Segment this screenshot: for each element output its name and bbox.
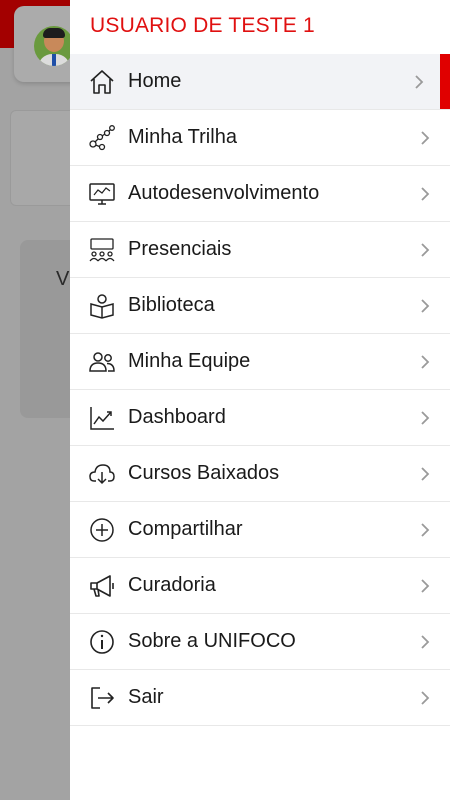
trend-chart-icon [87,403,117,433]
avatar[interactable] [34,26,74,66]
menu-item-label: Dashboard [128,406,226,428]
classroom-icon [87,235,117,265]
megaphone-icon [87,571,117,601]
menu-item-label: Sobre a UNIFOCO [128,630,296,652]
chevron-right-icon [418,241,432,259]
chevron-right-icon [412,73,426,91]
user-name: USUARIO DE TESTE 1 [90,14,315,37]
info-icon [87,627,117,657]
menu-item-home[interactable]: Home [70,54,450,110]
home-icon [87,67,117,97]
chevron-right-icon [418,689,432,707]
menu-item-minha-equipe[interactable]: Minha Equipe [70,334,450,390]
chevron-right-icon [418,577,432,595]
monitor-chart-icon [87,179,117,209]
menu-item-presenciais[interactable]: Presenciais [70,222,450,278]
menu-item-biblioteca[interactable]: Biblioteca [70,278,450,334]
menu-item-label: Autodesenvolvimento [128,182,320,204]
chevron-right-icon [418,185,432,203]
trail-network-icon [87,123,117,153]
background-card-text: V [56,268,70,290]
plus-circle-icon [87,515,117,545]
menu-item-label: Home [128,70,182,92]
menu-item-autodesenvolvimento[interactable]: Autodesenvolvimento [70,166,450,222]
menu-item-dashboard[interactable]: Dashboard [70,390,450,446]
active-indicator [440,54,450,109]
menu-item-label: Curadoria [128,574,216,596]
reader-book-icon [87,291,117,321]
menu-item-sair[interactable]: Sair [70,670,450,726]
chevron-right-icon [418,465,432,483]
drawer-header: USUARIO DE TESTE 1 [70,0,450,54]
menu-item-label: Cursos Baixados [128,462,280,484]
menu-item-sobre[interactable]: Sobre a UNIFOCO [70,614,450,670]
chevron-right-icon [418,633,432,651]
menu-item-cursos-baixados[interactable]: Cursos Baixados [70,446,450,502]
chevron-right-icon [418,353,432,371]
menu-item-label: Minha Trilha [128,126,237,148]
logout-icon [87,683,117,713]
menu-item-label: Biblioteca [128,294,215,316]
menu-item-label: Minha Equipe [128,350,251,372]
menu-item-label: Compartilhar [128,518,243,540]
menu-item-label: Sair [128,686,164,708]
chevron-right-icon [418,521,432,539]
menu-item-compartilhar[interactable]: Compartilhar [70,502,450,558]
cloud-download-icon [87,459,117,489]
menu-item-curadoria[interactable]: Curadoria [70,558,450,614]
chevron-right-icon [418,129,432,147]
team-icon [87,347,117,377]
menu-item-label: Presenciais [128,238,232,260]
drawer-menu: Home Minha Trilha Autodesenvolvimento Pr… [70,54,450,726]
menu-item-minha-trilha[interactable]: Minha Trilha [70,110,450,166]
chevron-right-icon [418,297,432,315]
chevron-right-icon [418,409,432,427]
navigation-drawer: USUARIO DE TESTE 1 Home Minha Trilha Aut… [70,0,450,800]
